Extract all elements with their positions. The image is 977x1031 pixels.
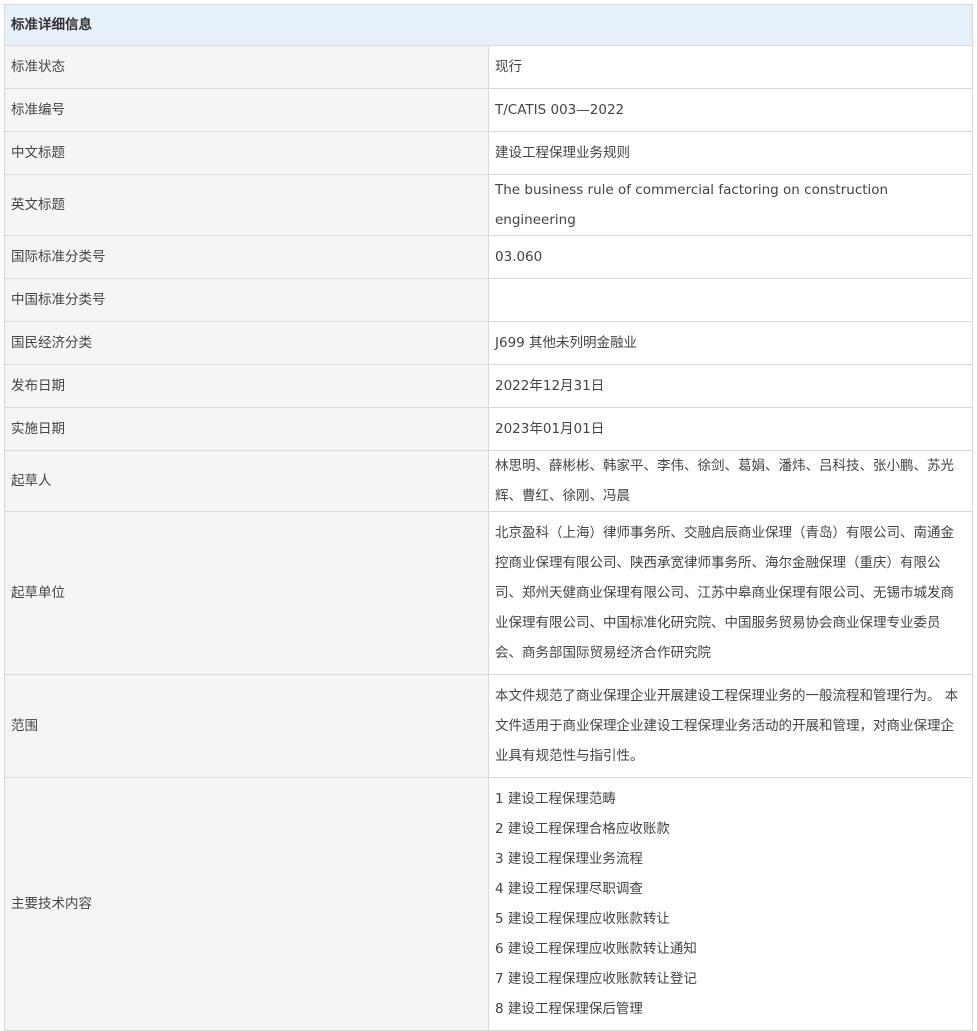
row-label: 范围 [4, 674, 489, 778]
list-item: 8 建设工程保理保后管理 [495, 1001, 643, 1017]
row-drafting-units: 起草单位 北京盈科（上海）律师事务所、交融启辰商业保理（青岛）有限公司、南通金控… [4, 511, 973, 675]
row-label: 实施日期 [4, 407, 489, 451]
row-scope: 范围 本文件规范了商业保理企业开展建设工程保理业务的一般流程和管理行为。 本文件… [4, 674, 973, 778]
row-value: T/CATIS 003—2022 [488, 88, 973, 132]
row-economic-classification: 国民经济分类 J699 其他未列明金融业 [4, 321, 973, 365]
section-title: 标准详细信息 [4, 4, 973, 46]
row-value: 本文件规范了商业保理企业开展建设工程保理业务的一般流程和管理行为。 本文件适用于… [488, 674, 973, 778]
list-item: 3 建设工程保理业务流程 [495, 851, 643, 867]
row-value: 现行 [488, 45, 973, 89]
table-header-row: 标准详细信息 [4, 4, 973, 46]
list-item: 2 建设工程保理合格应收账款 [495, 821, 670, 837]
row-value: The business rule of commercial factorin… [488, 174, 973, 236]
standard-detail-table: 标准详细信息 标准状态 现行 标准编号 T/CATIS 003—2022 中文标… [4, 4, 973, 1031]
row-value: 2022年12月31日 [488, 364, 973, 408]
main-content-list: 1 建设工程保理范畴 2 建设工程保理合格应收账款 3 建设工程保理业务流程 4… [488, 777, 973, 1031]
row-effective-date: 实施日期 2023年01月01日 [4, 407, 973, 451]
row-label: 国民经济分类 [4, 321, 489, 365]
list-item: 1 建设工程保理范畴 [495, 791, 616, 807]
row-label: 标准编号 [4, 88, 489, 132]
row-status: 标准状态 现行 [4, 45, 973, 89]
row-label: 标准状态 [4, 45, 489, 89]
row-value: 林思明、薛彬彬、韩家平、李伟、徐剑、葛娟、潘炜、吕科技、张小鹏、苏光辉、曹红、徐… [488, 450, 973, 512]
row-label: 起草人 [4, 450, 489, 512]
row-label: 中文标题 [4, 131, 489, 175]
row-label: 中国标准分类号 [4, 278, 489, 322]
row-value: J699 其他未列明金融业 [488, 321, 973, 365]
row-value: 北京盈科（上海）律师事务所、交融启辰商业保理（青岛）有限公司、南通金控商业保理有… [488, 511, 973, 675]
row-publish-date: 发布日期 2022年12月31日 [4, 364, 973, 408]
row-label: 国际标准分类号 [4, 235, 489, 279]
row-value: 03.060 [488, 235, 973, 279]
row-value: 2023年01月01日 [488, 407, 973, 451]
list-item: 5 建设工程保理应收账款转让 [495, 911, 670, 927]
row-label: 主要技术内容 [4, 777, 489, 1031]
row-ics: 国际标准分类号 03.060 [4, 235, 973, 279]
row-standard-number: 标准编号 T/CATIS 003—2022 [4, 88, 973, 132]
row-ccs: 中国标准分类号 [4, 278, 973, 322]
row-value: 建设工程保理业务规则 [488, 131, 973, 175]
row-main-content: 主要技术内容 1 建设工程保理范畴 2 建设工程保理合格应收账款 3 建设工程保… [4, 777, 973, 1031]
row-chinese-title: 中文标题 建设工程保理业务规则 [4, 131, 973, 175]
list-item: 7 建设工程保理应收账款转让登记 [495, 971, 697, 987]
row-label: 发布日期 [4, 364, 489, 408]
list-item: 6 建设工程保理应收账款转让通知 [495, 941, 697, 957]
standard-detail-panel: 标准详细信息 标准状态 现行 标准编号 T/CATIS 003—2022 中文标… [4, 4, 973, 1031]
row-value [488, 278, 973, 322]
list-item: 4 建设工程保理尽职调查 [495, 881, 643, 897]
row-label: 起草单位 [4, 511, 489, 675]
row-label: 英文标题 [4, 174, 489, 236]
row-drafters: 起草人 林思明、薛彬彬、韩家平、李伟、徐剑、葛娟、潘炜、吕科技、张小鹏、苏光辉、… [4, 450, 973, 512]
row-english-title: 英文标题 The business rule of commercial fac… [4, 174, 973, 236]
